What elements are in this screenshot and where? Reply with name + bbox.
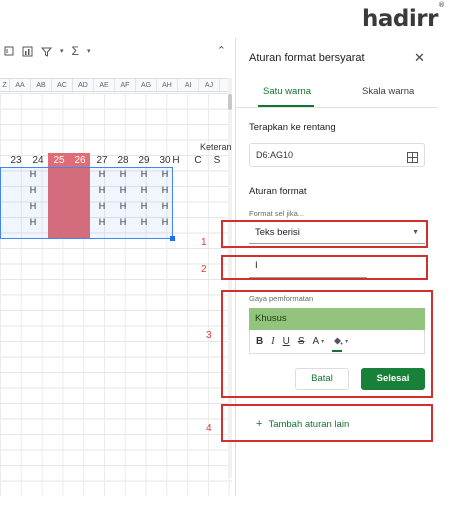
column-header[interactable]: AD [73,79,94,93]
tab-skala-warna[interactable]: Skala warna [362,86,414,97]
day-number: 26 [74,155,86,166]
annotation-box-3 [221,290,433,398]
cell-value[interactable]: H [155,169,175,179]
cell-value[interactable]: H [155,201,175,211]
day-number: 27 [96,155,108,166]
condition-label: Format sel jika... [249,209,305,218]
select-range-grid-icon[interactable] [407,149,418,171]
day-number: 28 [117,155,129,166]
annotation-number-4: 4 [206,423,212,434]
keterangan-header: Keteran [200,142,232,152]
day-number: S [213,155,221,166]
column-header[interactable]: AA [10,79,31,93]
day-number: 23 [10,155,22,166]
fill-handle[interactable] [170,236,175,241]
column-header[interactable]: AC [52,79,73,93]
scrollbar-thumb[interactable] [228,94,232,110]
annotation-number-2: 2 [201,264,207,275]
annotation-box-1 [221,220,428,248]
cell-value[interactable]: H [113,185,133,195]
annotation-number-3: 3 [206,330,212,341]
registered-mark: ® [437,1,445,10]
column-header[interactable]: AF [115,79,136,93]
cell-value[interactable]: H [23,185,43,195]
sheet-toolbar: ▾ Σ ▾ ⌃ [0,38,232,64]
annotation-box-4 [221,404,433,442]
annotation-number-1: 1 [201,237,207,248]
day-number: 29 [138,155,150,166]
day-number: C [194,155,202,166]
column-header-row: Z AA AB AC AD AE AF AG AH AI AJ [0,78,232,93]
cell-value[interactable]: H [113,201,133,211]
filter-icon[interactable] [41,46,52,57]
cell-value[interactable]: H [155,185,175,195]
functions-icon[interactable]: Σ [72,44,79,58]
cell-value[interactable]: H [134,169,154,179]
annotation-box-2 [221,255,428,280]
apply-range-label: Terapkan ke rentang [249,122,336,133]
format-rules-label: Aturan format [249,186,307,197]
cell-value[interactable]: H [92,169,112,179]
cell-value[interactable]: H [92,201,112,211]
filter-dropdown-icon[interactable]: ▾ [60,47,64,55]
format-tabs: Satu warna Skala warna [236,78,438,108]
column-header[interactable]: AI [178,79,199,93]
tab-satu-warna[interactable]: Satu warna [263,86,311,97]
day-number: H [172,155,180,166]
panel-title: Aturan format bersyarat [249,52,365,64]
column-header[interactable]: AE [94,79,115,93]
range-input[interactable]: D6:AG10 [249,143,425,167]
column-header[interactable]: AH [157,79,178,93]
functions-dropdown-icon[interactable]: ▾ [87,47,91,55]
cell-value[interactable]: H [134,185,154,195]
close-icon[interactable]: ✕ [414,50,425,66]
spreadsheet-area: ▾ Σ ▾ ⌃ Z AA AB AC AD AE AF AG AH AI AJ … [0,38,232,496]
cell-value[interactable]: H [23,217,43,227]
cell-value[interactable]: H [113,217,133,227]
cell-value[interactable]: H [92,185,112,195]
cell-value[interactable]: H [23,201,43,211]
column-header[interactable]: AJ [199,79,220,93]
cell-value[interactable]: H [23,169,43,179]
cell-value[interactable]: H [155,217,175,227]
column-header[interactable]: Z [0,79,10,93]
day-number: 25 [53,155,65,166]
insert-chart-icon[interactable] [22,46,33,57]
active-tab-indicator [258,105,314,107]
collapse-toolbar-icon[interactable]: ⌃ [217,44,226,57]
cell-value[interactable]: H [134,201,154,211]
column-header[interactable]: AG [136,79,157,93]
insert-comment-icon[interactable] [4,46,14,56]
cell-value[interactable]: H [134,217,154,227]
hadirr-logo: hadirr® [362,1,445,32]
range-value: D6:AG10 [256,150,294,160]
column-header[interactable]: AB [31,79,52,93]
cell-grid[interactable] [0,93,232,496]
logo-text: hadirr [362,6,438,32]
cell-value[interactable]: H [92,217,112,227]
day-number: 24 [32,155,44,166]
cell-value[interactable]: H [113,169,133,179]
